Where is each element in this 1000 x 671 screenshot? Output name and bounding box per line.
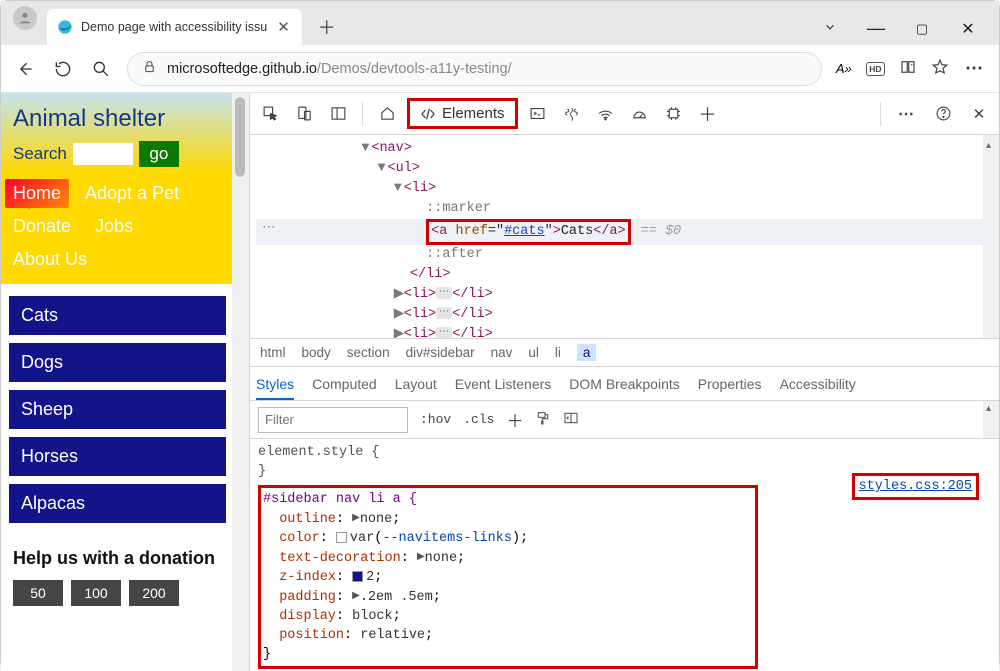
help-icon[interactable] xyxy=(929,100,957,128)
toolbar: microsoftedge.github.io/Demos/devtools-a… xyxy=(1,45,999,93)
new-tab-button[interactable]: ＋ xyxy=(312,12,342,42)
donate-100-button[interactable]: 100 xyxy=(71,580,121,606)
styles-pane[interactable]: element.style { } styles.css:205 #sideba… xyxy=(250,439,999,671)
go-button[interactable]: go xyxy=(139,141,179,167)
list-item[interactable]: Cats xyxy=(9,296,226,335)
console-tab-icon[interactable] xyxy=(524,100,552,128)
network-tab-icon[interactable] xyxy=(592,100,620,128)
tab-computed[interactable]: Computed xyxy=(312,376,377,392)
styles-filter-row: :hov .cls ＋ ▴ xyxy=(250,401,999,439)
tab-layout[interactable]: Layout xyxy=(395,376,437,392)
elements-tab[interactable]: Elements xyxy=(407,98,518,129)
more-menu-button[interactable]: ⋯ xyxy=(963,57,987,81)
close-window-button[interactable]: ✕ xyxy=(957,19,979,39)
element-style-rule: element.style { xyxy=(258,443,991,462)
hov-toggle[interactable]: :hov xyxy=(420,412,451,427)
nav-jobs[interactable]: Jobs xyxy=(87,212,141,241)
tab-properties[interactable]: Properties xyxy=(698,376,762,392)
search-label: Search xyxy=(13,144,67,164)
reading-list-icon[interactable] xyxy=(899,58,917,79)
more-tabs-button[interactable]: ＋ xyxy=(694,100,722,128)
cls-toggle[interactable]: .cls xyxy=(463,412,494,427)
source-link[interactable]: styles.css:205 xyxy=(852,473,979,500)
back-button[interactable] xyxy=(13,57,37,81)
search-input[interactable] xyxy=(73,143,133,165)
device-toggle-icon[interactable] xyxy=(290,100,318,128)
paint-icon[interactable] xyxy=(535,410,551,430)
minimize-button[interactable]: ― xyxy=(865,18,887,39)
profile-avatar[interactable] xyxy=(13,6,37,30)
toolbar-right-icons: A» HD xyxy=(836,58,949,79)
crumb-item: li xyxy=(555,345,561,360)
new-rule-button[interactable]: ＋ xyxy=(506,407,523,433)
donate-200-button[interactable]: 200 xyxy=(129,580,179,606)
window-controls: ― ▢ ✕ xyxy=(819,18,991,39)
page-title: Animal shelter xyxy=(13,105,222,133)
crumb-item: ul xyxy=(528,345,539,360)
sources-tab-icon[interactable] xyxy=(558,100,586,128)
hd-badge-icon[interactable]: HD xyxy=(866,62,885,76)
devtools-more-icon[interactable]: ⋯ xyxy=(893,100,921,128)
lock-icon xyxy=(142,59,157,78)
performance-tab-icon[interactable] xyxy=(626,100,654,128)
tab-title: Demo page with accessibility issu xyxy=(81,20,267,34)
tab-close-icon[interactable]: ✕ xyxy=(275,18,292,36)
list-item[interactable]: Dogs xyxy=(9,343,226,382)
nav-adopt[interactable]: Adopt a Pet xyxy=(77,179,187,208)
favorite-icon[interactable] xyxy=(931,58,949,79)
donation-heading: Help us with a donation xyxy=(13,547,232,570)
maximize-button[interactable]: ▢ xyxy=(911,21,933,37)
css-rule-block: #sidebar nav li a { outline: ▶none; colo… xyxy=(258,485,758,669)
crumb-item-selected: a xyxy=(577,344,597,361)
list-item[interactable]: Horses xyxy=(9,437,226,476)
crumb-item: nav xyxy=(491,345,513,360)
dom-breadcrumb[interactable]: html body section div#sidebar nav ul li … xyxy=(250,339,999,367)
dom-tree[interactable]: ▴ ▼<nav> ▼<ul> ▼<li> ::marker ⋯ <a href=… xyxy=(250,135,999,339)
styles-scrollbar[interactable]: ▴ xyxy=(983,401,999,438)
browser-tab[interactable]: Demo page with accessibility issu ✕ xyxy=(47,9,302,45)
animal-list: Cats Dogs Sheep Horses Alpacas xyxy=(1,284,232,533)
main-nav: Home Adopt a Pet Donate Jobs About Us xyxy=(1,173,232,284)
edge-favicon-icon xyxy=(57,19,73,35)
nav-about[interactable]: About Us xyxy=(5,245,95,274)
donate-50-button[interactable]: 50 xyxy=(13,580,63,606)
styles-tabbar: Styles Computed Layout Event Listeners D… xyxy=(250,367,999,401)
tab-styles[interactable]: Styles xyxy=(256,376,294,400)
inspect-element-icon[interactable] xyxy=(256,100,284,128)
crumb-item: section xyxy=(347,345,390,360)
devtools-toolbar: Elements ＋ ⋯ ✕ xyxy=(250,93,999,135)
page-sidebar: Animal shelter Search go Home Adopt a Pe… xyxy=(1,93,232,671)
crumb-item: html xyxy=(260,345,286,360)
list-item[interactable]: Sheep xyxy=(9,390,226,429)
tab-dom-breakpoints[interactable]: DOM Breakpoints xyxy=(569,376,679,392)
tab-event-listeners[interactable]: Event Listeners xyxy=(455,376,552,392)
computed-toggle-icon[interactable] xyxy=(563,410,579,430)
refresh-button[interactable] xyxy=(51,57,75,81)
crumb-item: div#sidebar xyxy=(406,345,475,360)
url-text: microsoftedge.github.io/Demos/devtools-a… xyxy=(167,61,512,77)
memory-tab-icon[interactable] xyxy=(660,100,688,128)
search-button[interactable] xyxy=(89,57,113,81)
list-item[interactable]: Alpacas xyxy=(9,484,226,523)
nav-donate[interactable]: Donate xyxy=(5,212,79,241)
tab-accessibility[interactable]: Accessibility xyxy=(780,376,856,392)
crumb-item: body xyxy=(302,345,331,360)
devtools-panel: Elements ＋ ⋯ ✕ ▴ ▼<nav> ▼<ul> xyxy=(249,93,999,671)
styles-filter-input[interactable] xyxy=(258,407,408,433)
sidebar-scrollbar[interactable] xyxy=(232,93,249,671)
chevron-down-icon[interactable] xyxy=(819,20,841,37)
nav-home[interactable]: Home xyxy=(5,179,69,208)
read-aloud-icon[interactable]: A» xyxy=(836,61,852,76)
address-bar[interactable]: microsoftedge.github.io/Demos/devtools-a… xyxy=(127,52,822,86)
welcome-tab-icon[interactable] xyxy=(373,100,401,128)
panel-layout-icon[interactable] xyxy=(324,100,352,128)
window-titlebar: Demo page with accessibility issu ✕ ＋ ― … xyxy=(1,1,999,45)
devtools-close-icon[interactable]: ✕ xyxy=(965,100,993,128)
